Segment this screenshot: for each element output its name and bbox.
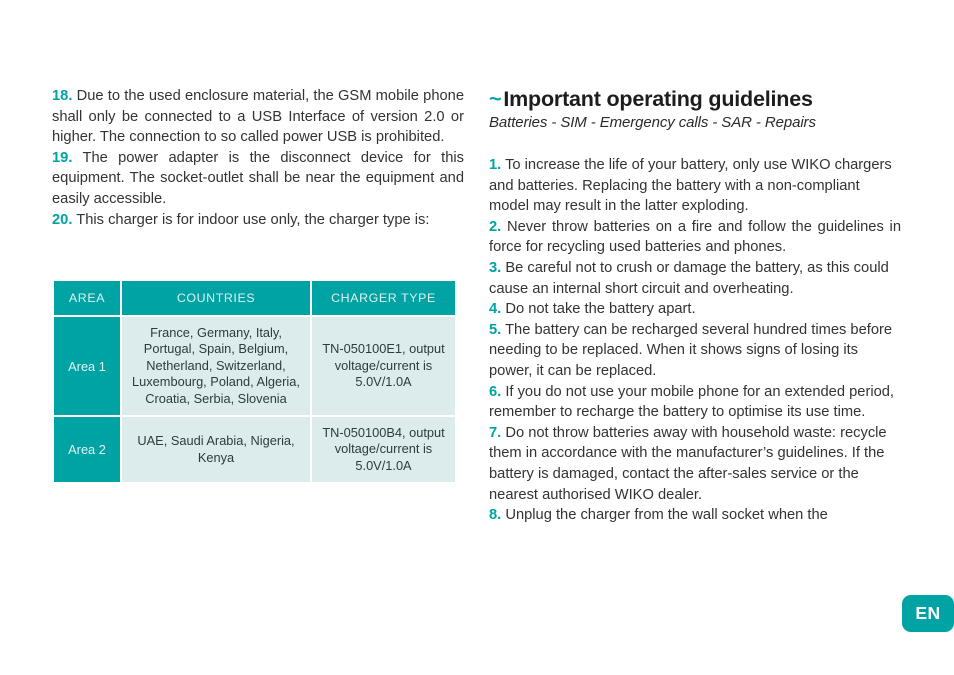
- guideline-6: 6. If you do not use your mobile phone f…: [489, 382, 901, 423]
- left-column-text: 18. Due to the used enclosure material, …: [52, 86, 464, 230]
- paragraph-19-text: The power adapter is the disconnect devi…: [52, 149, 464, 207]
- guideline-6-number: 6.: [489, 383, 502, 400]
- table-cell-area: Area 2: [52, 415, 122, 485]
- table-body: Area 1 France, Germany, Italy, Portugal,…: [52, 314, 457, 485]
- table-header: AREA COUNTRIES CHARGER TYPE: [52, 279, 457, 317]
- guideline-7-text: Do not throw batteries away with househo…: [489, 424, 887, 503]
- guideline-3: 3. Be careful not to crush or damage the…: [489, 258, 901, 299]
- guideline-2: 2. Never throw batteries on a fire and f…: [489, 217, 901, 258]
- section-heading-text: Important operating guidelines: [503, 87, 813, 111]
- guideline-6-text: If you do not use your mobile phone for …: [489, 383, 895, 421]
- guideline-1: 1. To increase the life of your battery,…: [489, 155, 901, 217]
- guideline-8-text: Unplug the charger from the wall socket …: [505, 507, 828, 524]
- guideline-7: 7. Do not throw batteries away with hous…: [489, 423, 901, 505]
- right-column: ~Important operating guidelines Batterie…: [489, 86, 901, 526]
- left-column: 18. Due to the used enclosure material, …: [52, 86, 464, 230]
- paragraph-20: 20. This charger is for indoor use only,…: [52, 210, 464, 231]
- guideline-2-number: 2.: [489, 218, 502, 235]
- table-header-row: AREA COUNTRIES CHARGER TYPE: [52, 279, 457, 317]
- guideline-3-number: 3.: [489, 259, 502, 276]
- paragraph-19-number: 19.: [52, 149, 73, 166]
- guideline-4-number: 4.: [489, 301, 502, 318]
- language-badge: EN: [902, 595, 954, 632]
- guideline-1-text: To increase the life of your battery, on…: [489, 157, 892, 215]
- table-cell-area: Area 1: [52, 314, 122, 418]
- tilde-icon: ~: [489, 87, 502, 111]
- paragraph-20-text: This charger is for indoor use only, the…: [76, 211, 430, 228]
- table-header-charger-type: CHARGER TYPE: [310, 279, 457, 317]
- guideline-8: 8. Unplug the charger from the wall sock…: [489, 505, 901, 526]
- guideline-5-number: 5.: [489, 321, 502, 338]
- table-cell-charger-type: TN-050100E1, output voltage/current is 5…: [310, 314, 457, 418]
- paragraph-20-number: 20.: [52, 211, 73, 228]
- manual-page: 18. Due to the used enclosure material, …: [0, 0, 954, 675]
- table-header-area: AREA: [52, 279, 122, 317]
- guideline-8-number: 8.: [489, 507, 502, 524]
- guideline-4: 4. Do not take the battery apart.: [489, 299, 901, 320]
- section-heading: ~Important operating guidelines: [489, 86, 901, 112]
- guideline-5-text: The battery can be recharged several hun…: [489, 321, 893, 379]
- guideline-2-text: Never throw batteries on a fire and foll…: [489, 218, 901, 256]
- table-cell-charger-type: TN-050100B4, output voltage/current is 5…: [310, 415, 457, 485]
- guideline-4-text: Do not take the battery apart.: [505, 301, 696, 318]
- paragraph-18-number: 18.: [52, 88, 73, 104]
- guideline-3-text: Be careful not to crush or damage the ba…: [489, 259, 889, 297]
- table-row: Area 1 France, Germany, Italy, Portugal,…: [52, 314, 457, 418]
- guideline-7-number: 7.: [489, 424, 502, 441]
- table-cell-countries: France, Germany, Italy, Portugal, Spain,…: [120, 314, 312, 418]
- table-row: Area 2 UAE, Saudi Arabia, Nigeria, Kenya…: [52, 415, 457, 485]
- right-column-text: 1. To increase the life of your battery,…: [489, 155, 901, 526]
- paragraph-19: 19. The power adapter is the disconnect …: [52, 148, 464, 210]
- section-subheading: Batteries - SIM - Emergency calls - SAR …: [489, 114, 816, 131]
- guideline-5: 5. The battery can be recharged several …: [489, 320, 901, 382]
- paragraph-18: 18. Due to the used enclosure material, …: [52, 86, 464, 148]
- table-cell-countries: UAE, Saudi Arabia, Nigeria, Kenya: [120, 415, 312, 485]
- paragraph-18-text: Due to the used enclosure material, the …: [52, 88, 464, 146]
- guideline-1-number: 1.: [489, 157, 502, 173]
- charger-type-table: AREA COUNTRIES CHARGER TYPE Area 1 Franc…: [52, 279, 457, 485]
- table-header-countries: COUNTRIES: [120, 279, 312, 317]
